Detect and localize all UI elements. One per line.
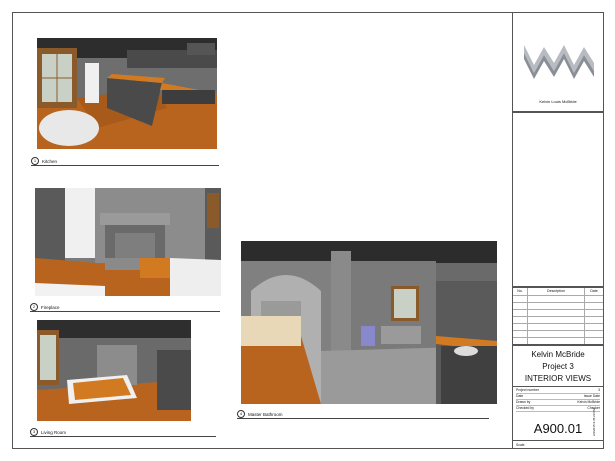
title-block: Kelvin Louis McBride No. Description Dat…: [512, 12, 604, 449]
living-room-render: [37, 320, 191, 421]
scale-label: Scale: [516, 443, 525, 447]
fireplace-render: [35, 188, 221, 296]
view-number: 1: [31, 157, 39, 165]
sheet-name: INTERIOR VIEWS: [524, 374, 592, 383]
view-number: 3: [30, 428, 38, 436]
info-row: Checked by Checker: [516, 406, 600, 412]
logo-caption: Kelvin Louis McBride: [539, 99, 577, 104]
architect-logo: [524, 45, 594, 79]
view-number: 4: [237, 410, 245, 418]
rev-no-header: No.: [517, 289, 523, 293]
sheet-number: A900.01: [533, 421, 583, 436]
master-bathroom-render: [241, 241, 497, 404]
view-number: 2: [30, 303, 38, 311]
view-label-kitchen: 1 Kitchen: [31, 156, 219, 166]
project-name: Project 3: [542, 362, 574, 371]
owner-name: Kelvin McBride: [531, 350, 585, 359]
project-panel: Kelvin McBride Project 3 INTERIOR VIEWS …: [512, 345, 604, 449]
blank-panel: [512, 112, 604, 287]
rev-description-header: Description: [547, 289, 565, 293]
kitchen-render: [37, 38, 217, 149]
logo-panel: Kelvin Louis McBride: [512, 12, 604, 112]
revision-table: No. Description Date: [512, 287, 604, 345]
view-label-master-bathroom: 4 Master Bathroom: [237, 409, 489, 419]
rev-date-header: Date: [590, 289, 598, 293]
view-label-living-room: 3 Living Room: [30, 427, 216, 437]
view-label-fireplace: 2 Fireplace: [30, 302, 220, 312]
print-timestamp: 2/2/2015 9:35:29 PM: [592, 408, 596, 436]
